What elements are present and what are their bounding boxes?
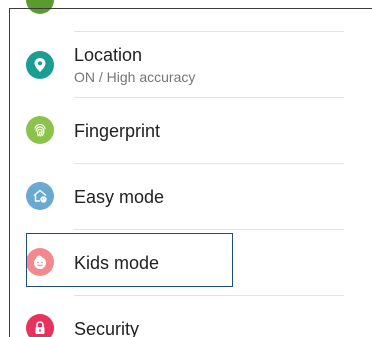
settings-item-easy-mode[interactable]: Easy mode: [10, 166, 372, 228]
settings-item-location[interactable]: Location ON / High accuracy: [10, 34, 372, 96]
settings-item-subtitle: ON / High accuracy: [74, 69, 196, 85]
previous-item-icon: [26, 0, 54, 14]
lock-icon: [26, 314, 54, 337]
focus-highlight: [26, 233, 233, 287]
list-divider: [74, 163, 344, 164]
easy-mode-home-icon: [26, 182, 54, 210]
list-divider: [74, 229, 344, 230]
list-divider: [74, 295, 344, 296]
settings-screen: Location ON / High accuracy Fingerprint: [0, 0, 372, 337]
settings-item-title: Easy mode: [74, 187, 165, 207]
fingerprint-icon: [26, 116, 54, 144]
settings-item-title: Fingerprint: [74, 121, 161, 141]
settings-item-title: Security: [74, 319, 140, 337]
settings-item-fingerprint[interactable]: Fingerprint: [10, 100, 372, 162]
list-divider: [74, 31, 344, 32]
settings-item-title: Location: [74, 45, 143, 65]
settings-item-security[interactable]: Security: [10, 298, 372, 337]
location-pin-icon: [26, 51, 54, 79]
window-top-border: [9, 8, 372, 9]
list-divider: [74, 97, 344, 98]
